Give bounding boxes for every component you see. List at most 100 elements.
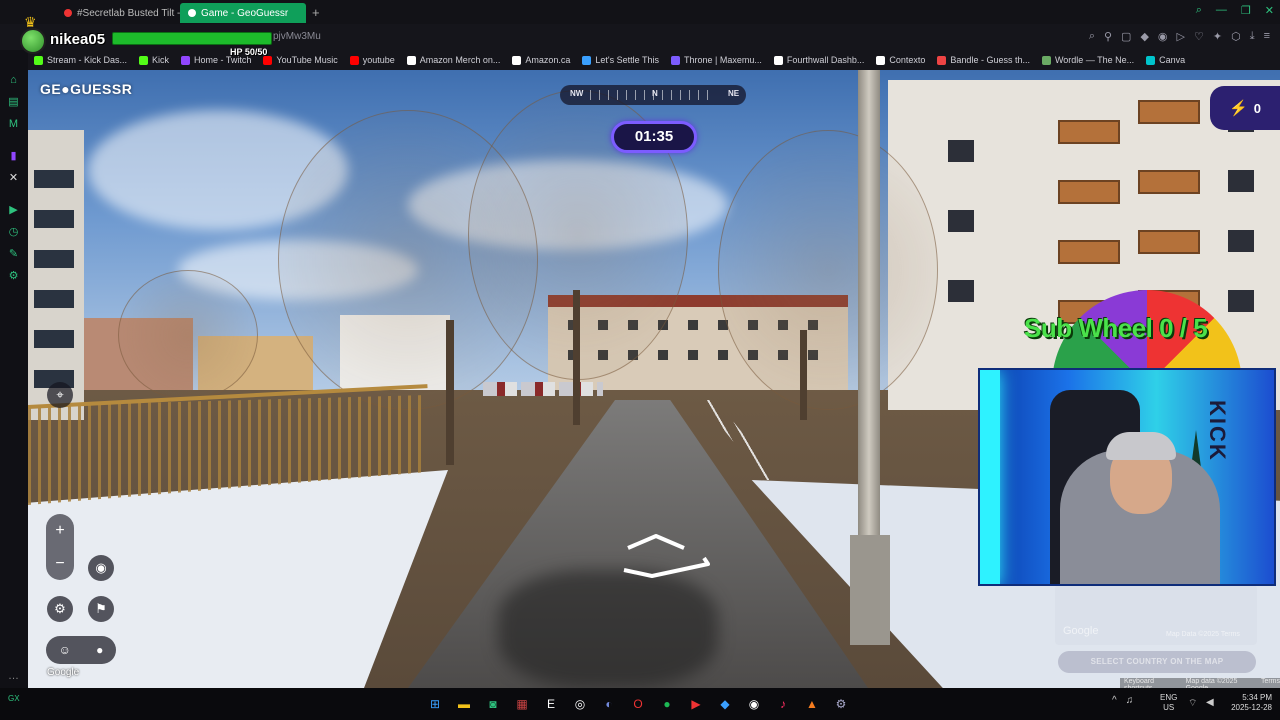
bookmark-item[interactable]: Canva	[1146, 55, 1185, 65]
window	[1228, 230, 1254, 252]
shield-icon[interactable]: ◆	[1140, 30, 1148, 43]
checkpoint-icon[interactable]: ◉	[88, 555, 114, 581]
network-icon[interactable]: ⌔	[1188, 697, 1197, 710]
screenshot-icon[interactable]: ▢	[1121, 30, 1131, 43]
keyboard-shortcuts-link[interactable]: Keyboard shortcuts	[1124, 678, 1176, 692]
home-icon[interactable]: ⌂	[7, 74, 20, 87]
more-icon[interactable]: …	[7, 670, 20, 683]
forward-arrow[interactable]	[627, 534, 685, 550]
guess-button[interactable]: SELECT COUNTRY ON THE MAP	[1058, 651, 1256, 673]
map-data-text: Map data ©2025 Google	[1185, 678, 1238, 692]
tray-expand-icon[interactable]: ^	[1112, 695, 1117, 706]
player-pill[interactable]: ☺ ●	[46, 636, 116, 664]
settings-gear-icon[interactable]: ⚙	[47, 596, 73, 622]
url-field[interactable]: pjvMw3Mu	[273, 31, 321, 42]
new-tab-button[interactable]: +	[312, 5, 320, 20]
balcony	[1138, 230, 1200, 254]
extensions-icon[interactable]: ✦	[1213, 30, 1222, 43]
obs-icon[interactable]: ◉	[744, 694, 764, 714]
bookmark-item[interactable]: Bandle - Guess th...	[937, 55, 1030, 65]
bookmark-item[interactable]: Amazon Merch on...	[406, 55, 500, 65]
player-icon[interactable]: ▶	[7, 204, 20, 217]
utility-pole	[858, 70, 880, 540]
zoom-icon[interactable]: ⌕	[1089, 30, 1095, 43]
toolbar-icons: ⌕ ⚲ ▢ ◆ ◉ ▷ ♡ ✦ ⬡ ⤓ ≡	[1089, 30, 1270, 43]
geoguessr-logo[interactable]: GE●GUESSR	[40, 81, 132, 97]
heart-icon[interactable]: ♡	[1194, 30, 1204, 43]
bookmark-item[interactable]: Contexto	[876, 55, 925, 65]
language-indicator[interactable]: ENG US	[1160, 693, 1177, 713]
settings-icon[interactable]: ⚙	[7, 270, 20, 283]
bookmark-item[interactable]: Fourthwall Dashb...	[773, 55, 864, 65]
zoom-out-button[interactable]: −	[46, 547, 74, 580]
start-icon[interactable]: ⊞	[425, 694, 445, 714]
bulb-icon[interactable]: ✎	[7, 248, 20, 261]
sub-wheel-title: Sub Wheel 0 / 5	[1024, 313, 1208, 343]
pin-icon[interactable]: ⚲	[1104, 30, 1112, 43]
search-icon[interactable]: ⌕	[1196, 4, 1202, 17]
spotify-icon[interactable]: ●	[657, 694, 677, 714]
volume-icon[interactable]: ◀	[1206, 697, 1214, 708]
messenger-icon[interactable]: M	[7, 118, 20, 131]
kick-sign: KICK	[1205, 400, 1230, 462]
tiktok-icon[interactable]: ♪	[773, 694, 793, 714]
flag-icon[interactable]: ⚑	[88, 596, 114, 622]
window	[1228, 170, 1254, 192]
window	[948, 140, 974, 162]
window	[688, 350, 698, 360]
zoom-in-button[interactable]: +	[46, 514, 74, 547]
maximize-icon[interactable]: ❐	[1241, 4, 1251, 17]
x-icon[interactable]: ✕	[7, 172, 20, 185]
shadow	[498, 570, 718, 688]
compass: NW N NE	[560, 85, 746, 105]
terms-link[interactable]: Terms	[1261, 678, 1280, 688]
opera-icon[interactable]: O	[628, 694, 648, 714]
folder-icon[interactable]: ▬	[454, 694, 474, 714]
epic-icon[interactable]: E	[541, 694, 561, 714]
menu-icon[interactable]: ≡	[1264, 30, 1270, 43]
round-timer: 01:35	[611, 121, 697, 153]
close-icon[interactable]: ✕	[1265, 4, 1274, 17]
balcony	[1058, 120, 1120, 144]
map-footer: Keyboard shortcuts Map data ©2025 Google…	[1120, 678, 1280, 692]
balcony	[1058, 180, 1120, 204]
video-icon[interactable]: ▶	[686, 694, 706, 714]
bookmark-item[interactable]: Wordle — The Ne...	[1041, 55, 1134, 65]
steam-icon[interactable]: ⚙	[831, 694, 851, 714]
game-icon[interactable]: ▤	[7, 96, 20, 109]
cap	[1106, 432, 1176, 460]
return-to-start-icon[interactable]: ⌖	[47, 382, 73, 408]
bookmark-label: youtube	[362, 55, 395, 65]
media-icon[interactable]: ▦	[512, 694, 532, 714]
bookmark-item[interactable]: Amazon.ca	[512, 55, 570, 65]
controller-icon[interactable]: ◎	[570, 694, 590, 714]
tab-secretlab[interactable]: #Secretlab Busted Tilt - Re	[56, 3, 180, 23]
twitch-icon[interactable]: ▮	[7, 150, 20, 163]
bookmark-item[interactable]: youtube	[349, 55, 395, 65]
bookmark-label: Amazon.ca	[525, 55, 571, 65]
google-watermark: Google	[47, 667, 80, 678]
youtube-icon	[64, 9, 72, 17]
download-icon[interactable]: ⤓	[1250, 30, 1255, 43]
move-arrows[interactable]	[622, 530, 714, 580]
taskbar-apps: ⊞ ▬ ◙ ▦ E ◎ ◐ O ● ▶ ◆ ◉ ♪ ▲ ⚙	[425, 694, 851, 714]
window	[34, 290, 74, 308]
screen: #Secretlab Busted Tilt - Re Game - GeoGu…	[0, 0, 1280, 720]
bookmark-icon	[773, 55, 783, 65]
bookmark-item[interactable]: Throne | Maxemu...	[670, 55, 762, 65]
back-arrow[interactable]	[623, 556, 710, 578]
minimize-icon[interactable]: —	[1216, 4, 1227, 17]
history-icon[interactable]: ◷	[7, 226, 20, 239]
discord-icon[interactable]: ◐	[599, 694, 619, 714]
clock-time: 5:34 PM	[1242, 693, 1272, 702]
clock[interactable]: 5:34 PM 2025-12-28	[1226, 693, 1272, 713]
stream-icon[interactable]: ◆	[715, 694, 735, 714]
mic-icon[interactable]: ♫	[1126, 695, 1134, 706]
bookmark-item[interactable]: Let's Settle This	[582, 55, 659, 65]
app-icon[interactable]: ▲	[802, 694, 822, 714]
cube-icon[interactable]: ⬡	[1231, 30, 1241, 43]
camera-icon[interactable]: ◉	[1158, 30, 1168, 43]
play-icon[interactable]: ▷	[1177, 30, 1185, 43]
tab-geoguessr[interactable]: Game - GeoGuessr	[180, 3, 306, 23]
xbox-icon[interactable]: ◙	[483, 694, 503, 714]
